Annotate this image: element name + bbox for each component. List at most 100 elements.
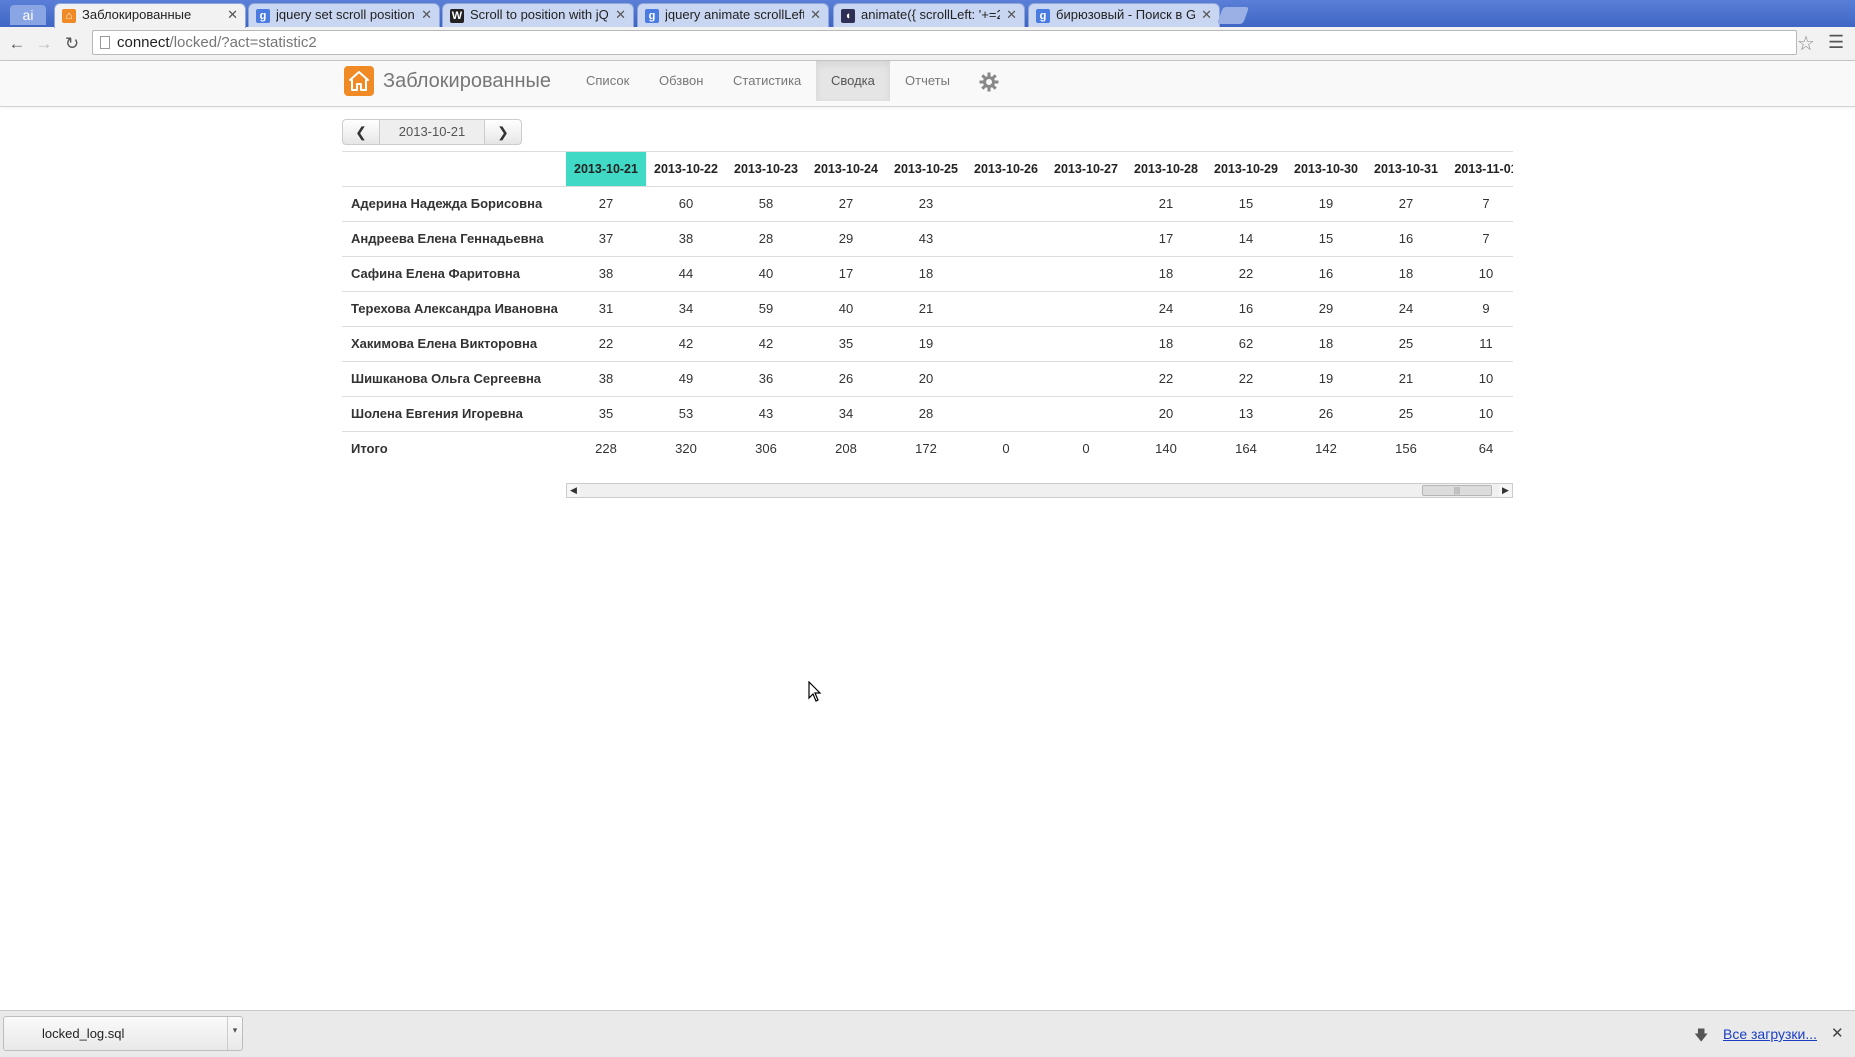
- table-cell: 27: [598, 196, 614, 211]
- table-cell: 31: [598, 301, 614, 316]
- table-cell: [966, 397, 1046, 431]
- menu-icon[interactable]: ☰: [1828, 32, 1844, 53]
- download-item[interactable]: locked_log.sql ▾: [3, 1016, 243, 1051]
- scroll-left-icon[interactable]: ◀: [567, 484, 580, 497]
- employee-name: Терехова Александра Ивановна: [342, 291, 566, 326]
- browser-tab[interactable]: W Scroll to position with jQu ✕: [442, 3, 634, 27]
- date-field[interactable]: 2013-10-21: [380, 119, 484, 145]
- date-navigator: ❮ 2013-10-21 ❯: [342, 119, 522, 145]
- browser-tab[interactable]: ⌂ Заблокированные ✕: [54, 3, 246, 28]
- table-cell: 58: [758, 196, 774, 211]
- table-cell: 140: [1155, 441, 1177, 456]
- date-header: 2013-10-29: [1214, 162, 1278, 176]
- table-cell: [1046, 292, 1126, 326]
- table-cell: 15: [1318, 231, 1334, 246]
- table-cell: 40: [758, 266, 774, 281]
- employee-name: Хакимова Елена Викторовна: [342, 326, 566, 361]
- date-header: 2013-10-27: [1054, 162, 1118, 176]
- table-cell: 23: [918, 196, 934, 211]
- table-cell: 42: [758, 336, 774, 351]
- table-cell: 11: [1479, 336, 1493, 351]
- new-tab-button[interactable]: [1216, 7, 1250, 24]
- table-cell: 156: [1395, 441, 1417, 456]
- nav-item-calls[interactable]: Обзвон: [644, 61, 718, 101]
- chevron-right-icon: ❯: [497, 124, 509, 140]
- employee-name: Сафина Елена Фаритовна: [342, 256, 566, 291]
- table-cell: 142: [1315, 441, 1337, 456]
- nav-item-reports[interactable]: Отчеты: [890, 61, 965, 101]
- table-cell: [966, 327, 1046, 361]
- table-cell: 17: [838, 266, 854, 281]
- browser-tab[interactable]: ◖ animate({ scrollLeft: '+=2(✕: [833, 3, 1025, 27]
- table-cell: 26: [838, 371, 854, 386]
- scroll-right-icon[interactable]: ▶: [1499, 484, 1512, 497]
- table-cell: 24: [1398, 301, 1414, 316]
- browser-tab[interactable]: g бирюзовый - Поиск в Go ✕: [1028, 3, 1220, 27]
- table-cell: 172: [915, 441, 937, 456]
- browser-tab[interactable]: g jquery set scroll position - ✕: [248, 3, 440, 27]
- forward-icon[interactable]: →: [33, 33, 55, 55]
- table-cell: 28: [918, 406, 934, 421]
- table-cell: 35: [598, 406, 614, 421]
- scrollbar-thumb[interactable]: |||: [1422, 485, 1492, 496]
- close-icon[interactable]: ✕: [1006, 4, 1017, 26]
- table-cell: 10: [1478, 371, 1494, 386]
- gear-icon[interactable]: [978, 71, 1000, 93]
- back-icon[interactable]: ←: [6, 33, 28, 55]
- table-cell: 22: [598, 336, 614, 351]
- stats-grid-viewport[interactable]: 2013-10-21 2013-10-22 2013-10-23 2013-10-24…: [566, 151, 1513, 471]
- table-cell: 22: [1238, 371, 1254, 386]
- tab-title: jquery animate scrollLeft: [665, 7, 804, 22]
- employee-name: Шишканова Ольга Сергеевна: [342, 361, 566, 396]
- browser-tab[interactable]: g jquery animate scrollLeft ✕: [637, 3, 829, 27]
- mouse-cursor-icon: [808, 680, 822, 708]
- names-header: [342, 151, 566, 186]
- all-downloads-link[interactable]: Все загрузки...: [1723, 1026, 1817, 1042]
- bookmark-star-icon[interactable]: ☆: [1797, 31, 1815, 56]
- table-cell: 208: [835, 441, 857, 456]
- table-cell: [1046, 327, 1126, 361]
- w-icon: W: [450, 9, 464, 23]
- table-row: 35 53 43 34 28 20 13 26 25 10: [566, 396, 1513, 431]
- chevron-down-icon[interactable]: ▾: [227, 1017, 242, 1050]
- download-bar: locked_log.sql ▾ 🡇 Все загрузки... ✕: [0, 1010, 1855, 1057]
- prev-date-button[interactable]: ❮: [342, 119, 380, 145]
- table-cell: 37: [598, 231, 614, 246]
- close-icon[interactable]: ✕: [1201, 4, 1212, 26]
- table-cell: 19: [1318, 371, 1334, 386]
- employee-name: Адерина Надежда Борисовна: [342, 186, 566, 221]
- nav-item-summary[interactable]: Сводка: [816, 61, 890, 101]
- close-icon[interactable]: ✕: [227, 4, 238, 26]
- employee-names-column: Адерина Надежда Борисовна Андреева Елена …: [342, 151, 566, 466]
- reload-icon[interactable]: ↻: [61, 33, 83, 55]
- nav-item-statistics[interactable]: Статистика: [718, 61, 816, 101]
- close-icon[interactable]: ✕: [810, 4, 821, 26]
- table-cell: 17: [1158, 231, 1174, 246]
- date-header: 2013-10-22: [654, 162, 718, 176]
- address-bar[interactable]: connect/locked/?act=statistic2: [92, 30, 1797, 55]
- tab-title: Scroll to position with jQu: [470, 7, 609, 22]
- page-icon: [100, 36, 110, 49]
- table-cell: 21: [918, 301, 934, 316]
- close-icon[interactable]: ✕: [421, 4, 432, 26]
- table-cell: 16: [1318, 266, 1334, 281]
- horizontal-scrollbar[interactable]: ◀ ||| ▶: [566, 483, 1513, 498]
- table-cell: [966, 222, 1046, 256]
- table-row: 38 44 40 17 18 18 22 16 18 10: [566, 256, 1513, 291]
- table-cell: [1046, 362, 1126, 396]
- table-cell: 24: [1158, 301, 1174, 316]
- table-cell: 26: [1318, 406, 1334, 421]
- date-header: 2013-10-24: [814, 162, 878, 176]
- nav-item-list[interactable]: Список: [571, 61, 644, 101]
- home-icon[interactable]: [344, 66, 374, 96]
- next-date-button[interactable]: ❯: [484, 119, 522, 145]
- table-cell: 16: [1238, 301, 1254, 316]
- close-icon[interactable]: ✕: [1831, 1024, 1844, 1042]
- brand-title[interactable]: Заблокированные: [383, 70, 551, 93]
- table-cell: 38: [598, 371, 614, 386]
- close-icon[interactable]: ✕: [615, 4, 626, 26]
- stackoverflow-icon: ◖: [841, 9, 855, 23]
- apps-button[interactable]: ai: [10, 5, 46, 25]
- table-cell: 43: [918, 231, 934, 246]
- table-cell: 59: [758, 301, 774, 316]
